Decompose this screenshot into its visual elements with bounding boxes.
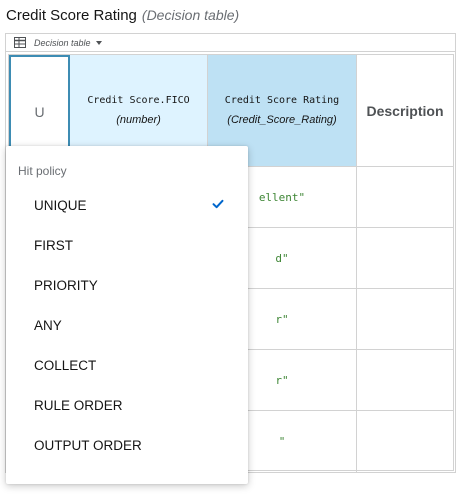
toolbar-label[interactable]: Decision table (34, 38, 91, 48)
caret-down-icon[interactable] (95, 40, 102, 45)
hit-policy-option-any[interactable]: ANY (6, 305, 248, 345)
input-column-type: (number) (116, 114, 161, 126)
hit-policy-option-rule-order[interactable]: RULE ORDER (6, 385, 248, 425)
hit-policy-option-collect[interactable]: COLLECT (6, 345, 248, 385)
menu-item-label: PRIORITY (34, 277, 98, 293)
description-cell[interactable] (357, 228, 454, 289)
description-cell[interactable] (357, 350, 454, 411)
annotation-column-header[interactable]: Description (357, 55, 454, 167)
menu-item-label: ANY (34, 317, 62, 333)
decision-title: Credit Score Rating (Decision table) (6, 7, 239, 25)
check-icon (212, 199, 224, 209)
menu-item-label: RULE ORDER (34, 397, 123, 413)
table-icon (14, 37, 26, 48)
description-cell[interactable] (357, 167, 454, 228)
input-column-name: Credit Score.FICO (87, 95, 190, 106)
hit-policy-abbrev: U (34, 104, 45, 120)
menu-item-label: FIRST (34, 237, 73, 253)
description-cell[interactable] (357, 411, 454, 472)
hit-policy-menu: Hit policy UNIQUE FIRST PRIORITY ANY COL… (6, 146, 248, 484)
hit-policy-menu-header: Hit policy (18, 164, 67, 178)
output-column-name: Credit Score Rating (224, 95, 340, 106)
hit-policy-option-priority[interactable]: PRIORITY (6, 265, 248, 305)
decision-name: Credit Score Rating (6, 7, 137, 24)
menu-item-label: UNIQUE (34, 197, 87, 213)
menu-item-label: OUTPUT ORDER (34, 437, 142, 453)
output-column-type: (Credit_Score_Rating) (227, 114, 337, 126)
hit-policy-option-output-order[interactable]: OUTPUT ORDER (6, 425, 248, 465)
description-cell[interactable] (357, 289, 454, 350)
hit-policy-option-unique[interactable]: UNIQUE (6, 185, 248, 225)
decision-table-toolbar[interactable]: Decision table (6, 34, 455, 52)
menu-item-label: COLLECT (34, 357, 97, 373)
hit-policy-option-first[interactable]: FIRST (6, 225, 248, 265)
decision-type: (Decision table) (141, 7, 240, 23)
